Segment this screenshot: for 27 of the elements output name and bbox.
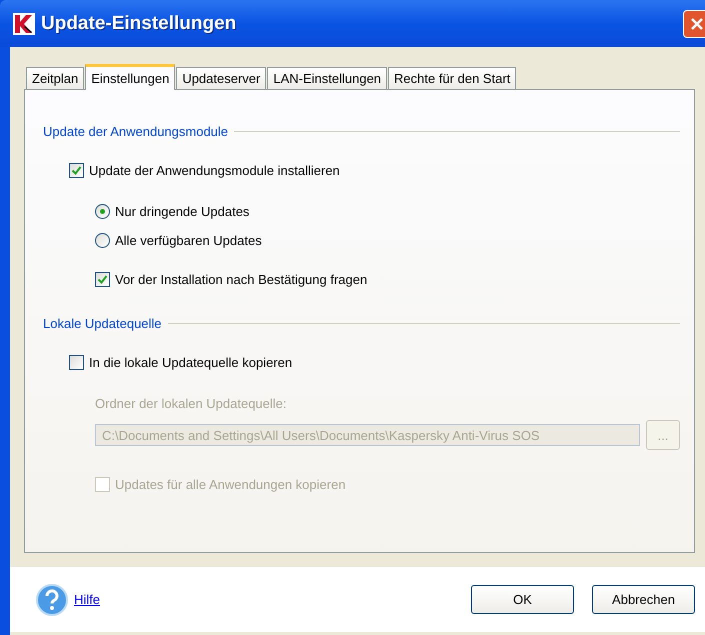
dialog-button[interactable]: OK [471, 585, 574, 614]
radio-button[interactable] [95, 233, 110, 248]
help-link[interactable]: Hilfe [74, 592, 100, 607]
radio-label: Alle verfügbaren Updates [115, 233, 262, 248]
tab[interactable]: Rechte für den Start [388, 67, 516, 89]
checkbox-label: Update der Anwendungsmodule installieren [89, 163, 340, 178]
radio-button[interactable] [95, 204, 110, 219]
tab[interactable]: Einstellungen [85, 64, 176, 90]
checkbox-label: In die lokale Updatequelle kopieren [89, 355, 292, 370]
checkbox[interactable] [95, 272, 110, 287]
close-icon [690, 17, 704, 31]
window-title: Update-Einstellungen [41, 12, 236, 34]
section-heading: Update der Anwendungsmodule [43, 124, 228, 138]
tab[interactable]: Zeitplan [26, 67, 84, 89]
help-icon [36, 584, 68, 616]
app-logo-icon [13, 12, 35, 34]
dialog-button[interactable]: Abbrechen [592, 585, 695, 614]
checkbox-label: Updates für alle Anwendungen kopieren [115, 477, 346, 492]
checkbox-label: Vor der Installation nach Bestätigung fragen [115, 272, 368, 287]
tab[interactable]: Updateserver [176, 67, 266, 89]
radio-label: Nur dringende Updates [115, 204, 250, 219]
checkbox[interactable] [69, 355, 84, 370]
close-button[interactable] [683, 10, 705, 38]
field-label: Ordner der lokalen Updatequelle: [95, 396, 287, 411]
checkbox[interactable] [69, 163, 84, 178]
section-heading: Lokale Updatequelle [43, 316, 162, 330]
tab[interactable]: LAN-Einstellungen [267, 67, 388, 89]
